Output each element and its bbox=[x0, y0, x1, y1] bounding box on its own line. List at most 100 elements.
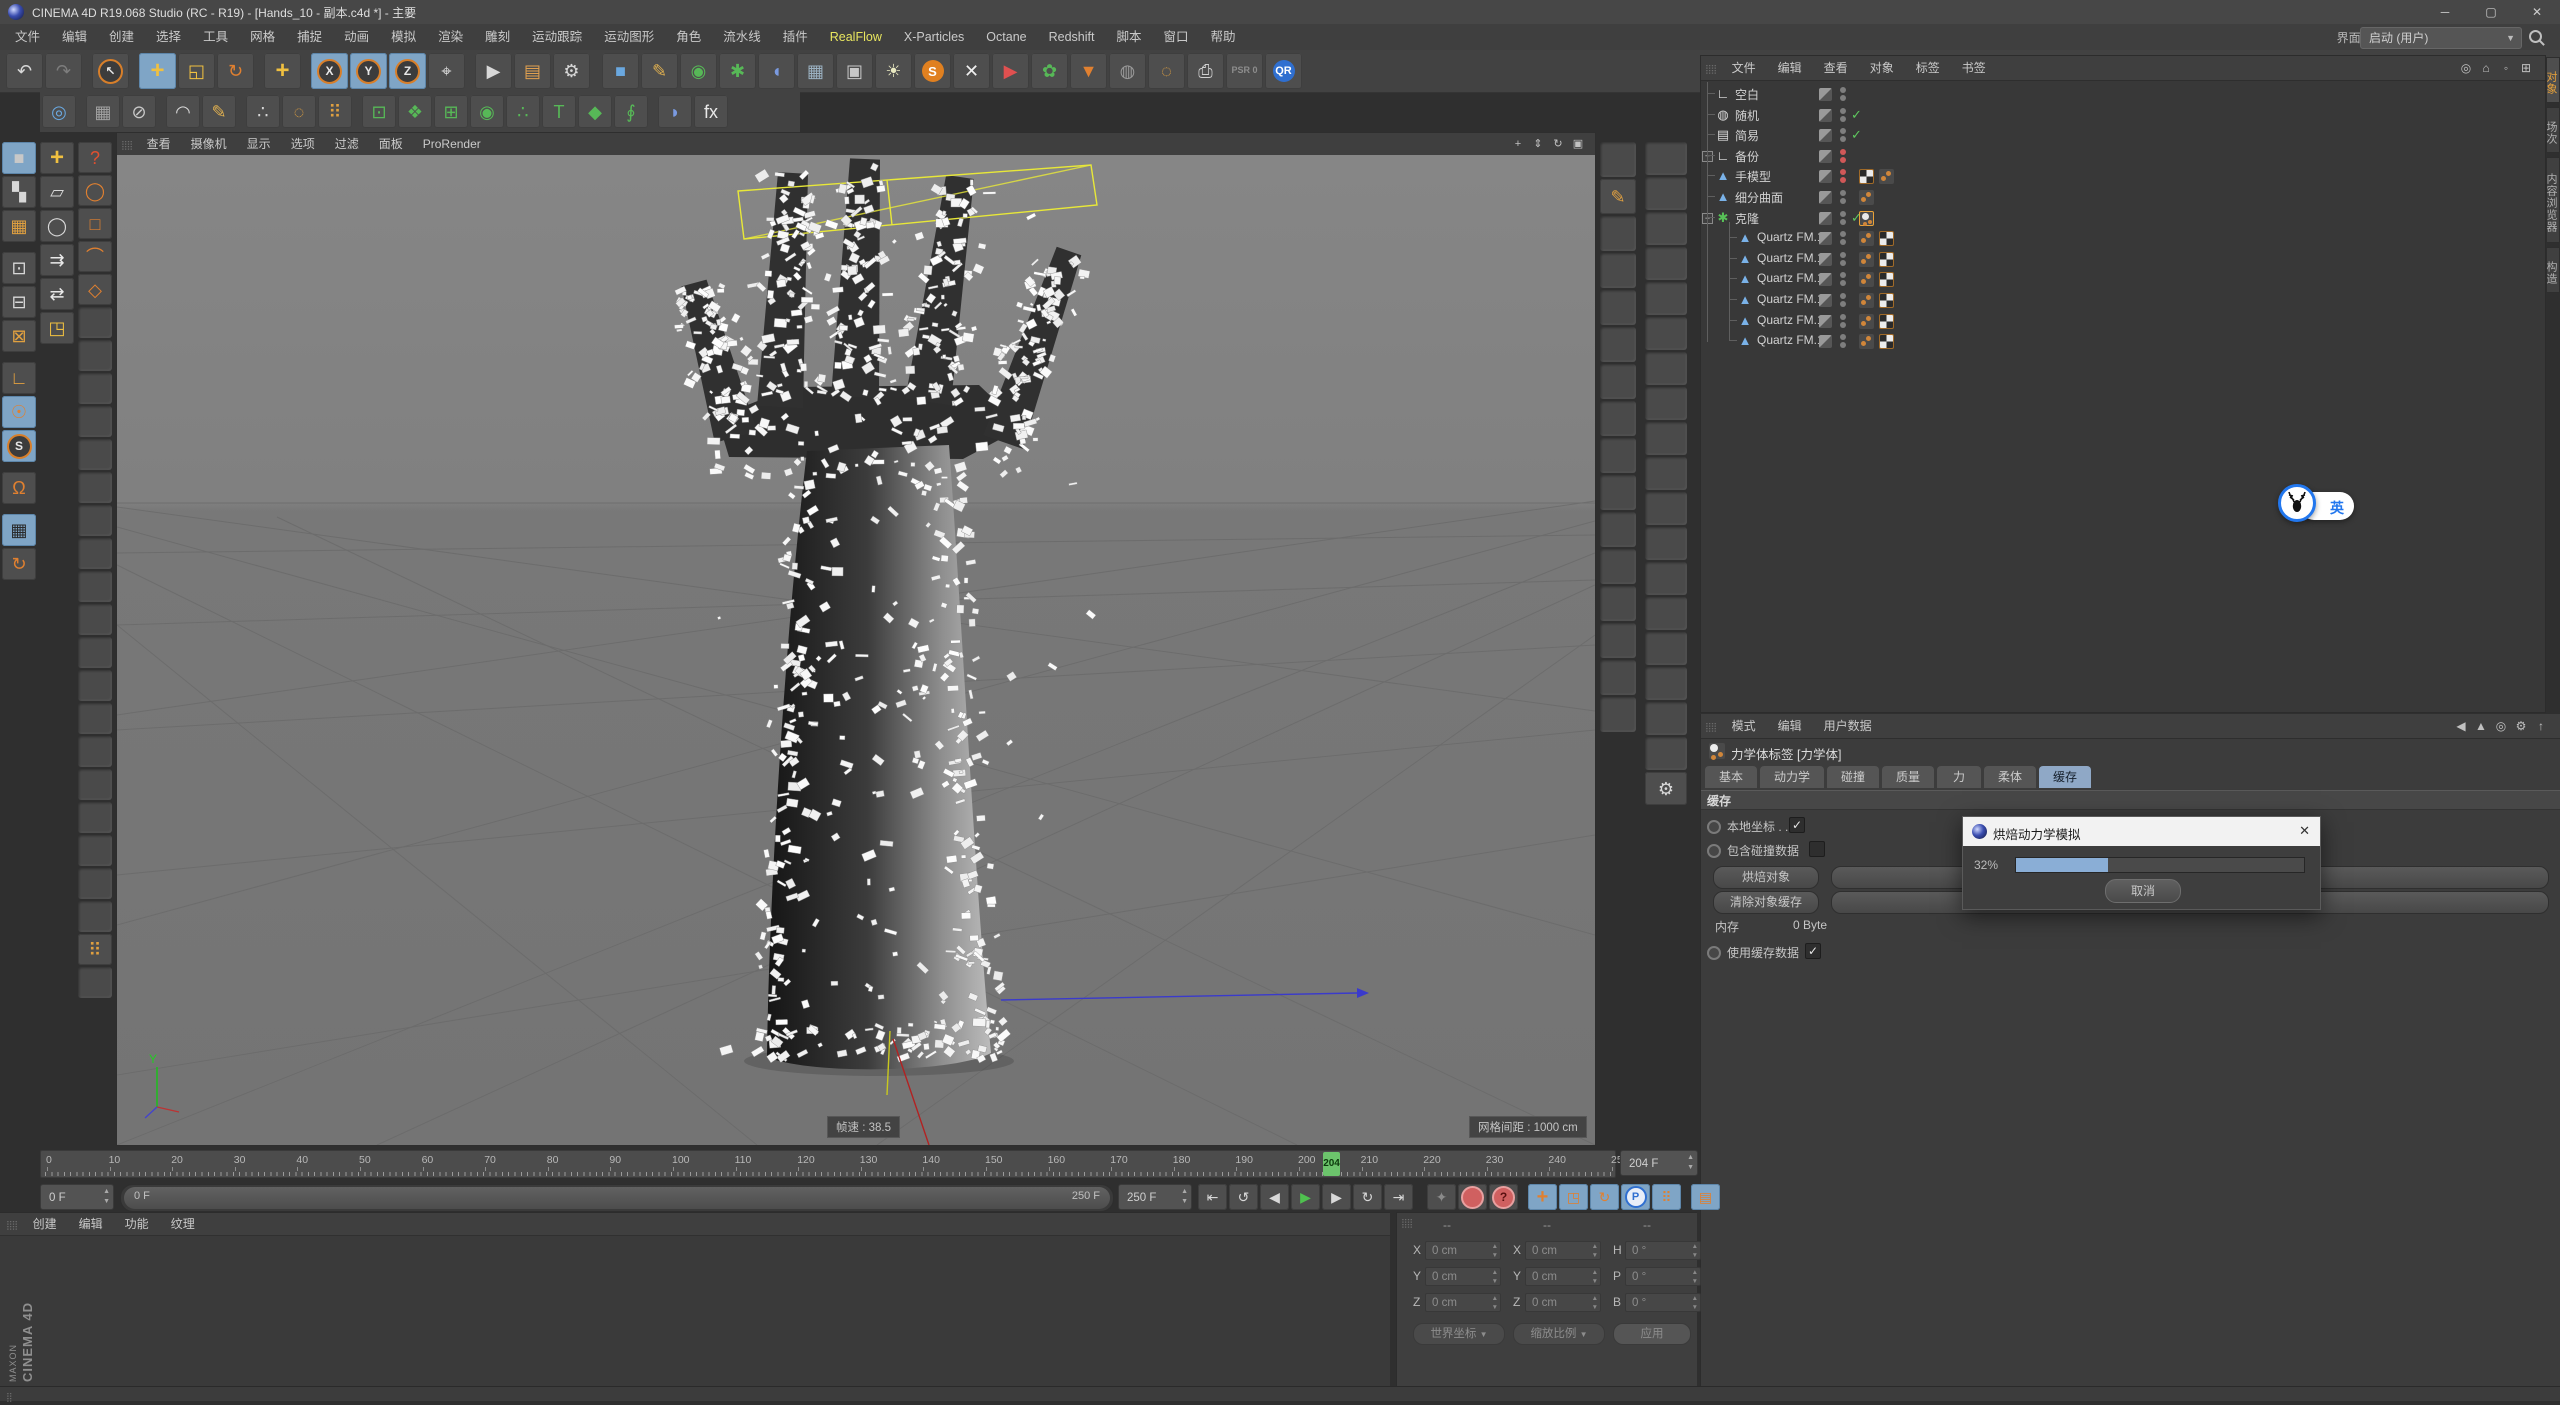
menu-item-查看[interactable]: 查看 bbox=[1813, 56, 1859, 80]
camera-icon[interactable]: ▣ bbox=[836, 53, 873, 89]
menu-item-摄像机[interactable]: 摄像机 bbox=[181, 133, 237, 155]
anim-ring[interactable] bbox=[1707, 946, 1721, 960]
maximize-button[interactable]: ▢ bbox=[2468, 0, 2514, 24]
range-end-spinner[interactable]: 250 F▲▼ bbox=[1118, 1184, 1192, 1210]
muted-mesh-icon[interactable] bbox=[1645, 177, 1687, 210]
render-settings-icon[interactable]: ⚙ bbox=[553, 53, 590, 89]
muted-mesh-icon[interactable] bbox=[1645, 457, 1687, 490]
render-visibility-dot[interactable] bbox=[1840, 260, 1846, 266]
mograph-cloner-icon[interactable]: ✱ bbox=[719, 53, 756, 89]
editor-visibility-dot[interactable] bbox=[1840, 314, 1846, 320]
menu-item-对象[interactable]: 对象 bbox=[1859, 56, 1905, 80]
om-search-icon[interactable]: ◎ bbox=[2457, 60, 2475, 76]
tab-缓存[interactable]: 缓存 bbox=[2039, 766, 2091, 788]
muted-mesh-icon[interactable] bbox=[1645, 737, 1687, 770]
record-key-button[interactable]: ✦ bbox=[1427, 1184, 1456, 1210]
scale-mode-dropdown[interactable]: 缩放比例 ▼ bbox=[1513, 1323, 1605, 1345]
object-name[interactable]: Quartz FM.1 bbox=[1757, 271, 1824, 285]
search-icon[interactable] bbox=[2529, 30, 2542, 43]
play-backwards-button[interactable]: ↺ bbox=[1229, 1184, 1258, 1210]
render-visibility-dot[interactable] bbox=[1840, 219, 1846, 225]
record-rotation-button[interactable]: ↻ bbox=[1590, 1184, 1619, 1210]
menu-item-创建[interactable]: 创建 bbox=[22, 1213, 68, 1235]
vp-toggle-icon[interactable]: ▣ bbox=[1569, 136, 1587, 152]
tab-柔体[interactable]: 柔体 bbox=[1984, 766, 2036, 788]
menu-item-Redshift[interactable]: Redshift bbox=[1038, 24, 1106, 50]
editor-visibility-dot[interactable] bbox=[1840, 87, 1846, 93]
muted-mesh-icon[interactable] bbox=[1645, 212, 1687, 245]
loop-button[interactable]: ↻ bbox=[1353, 1184, 1382, 1210]
coord-field-Y0[interactable]: 0 cm▲▼ bbox=[1425, 1267, 1501, 1286]
phong-tag[interactable] bbox=[1859, 231, 1874, 246]
bake-object-button[interactable]: 烘焙对象 bbox=[1713, 866, 1819, 889]
side-tab-场次[interactable]: 场次 bbox=[2546, 107, 2560, 153]
cancel-button[interactable]: 取消 bbox=[2105, 879, 2181, 903]
coord-field-X1[interactable]: 0 cm▲▼ bbox=[1525, 1241, 1601, 1260]
side-tab-内容浏览器[interactable]: 内容浏览器 bbox=[2546, 157, 2560, 243]
orange-dots-arrow-icon[interactable]: ⠿ bbox=[78, 934, 112, 965]
muted-mesh-icon[interactable] bbox=[1600, 290, 1636, 325]
render-visibility-dot[interactable] bbox=[1840, 198, 1846, 204]
side-tab-对象[interactable]: 对象 bbox=[2546, 57, 2560, 103]
last-tool-icon[interactable]: + bbox=[264, 53, 301, 89]
record-scale-button[interactable]: ◳ bbox=[1559, 1184, 1588, 1210]
timeline-editor-button[interactable]: ▤ bbox=[1691, 1184, 1720, 1210]
layer-chip[interactable] bbox=[1819, 212, 1832, 225]
play-button[interactable]: ▶ bbox=[1291, 1184, 1320, 1210]
muted-mesh-icon[interactable] bbox=[1600, 142, 1636, 177]
object-row-手模型[interactable]: ▲手模型 bbox=[1701, 166, 2545, 186]
layer-chip[interactable] bbox=[1819, 335, 1832, 348]
text-tool-icon[interactable]: T bbox=[542, 95, 576, 128]
object-name[interactable]: 手模型 bbox=[1735, 168, 1771, 185]
mesh-star-icon[interactable]: ❖ bbox=[398, 95, 432, 128]
yellow-square-icon[interactable]: ◳ bbox=[40, 312, 74, 344]
polygons-mode-icon[interactable]: ⊠ bbox=[2, 320, 36, 352]
layer-chip[interactable] bbox=[1819, 273, 1832, 286]
texture-tag[interactable] bbox=[1859, 169, 1874, 184]
points-mode-icon[interactable]: ⊡ bbox=[2, 252, 36, 284]
muted-mesh-icon[interactable] bbox=[1600, 660, 1636, 695]
muted-tool-icon[interactable] bbox=[78, 373, 112, 404]
goto-end-button[interactable]: ⇥ bbox=[1384, 1184, 1413, 1210]
lasso-select-icon[interactable]: ⌒ bbox=[78, 241, 112, 272]
move-cross-icon[interactable]: + bbox=[40, 142, 74, 174]
object-row-Quartz FM.1[interactable]: ▲Quartz FM.1 bbox=[1701, 331, 2545, 351]
muted-mesh-icon[interactable] bbox=[1645, 527, 1687, 560]
live-selection-icon[interactable]: ↖ bbox=[92, 53, 129, 89]
model-mode-icon[interactable]: ■ bbox=[2, 142, 36, 174]
dots-grid-icon[interactable]: ⠿ bbox=[318, 95, 352, 128]
menu-item-编辑[interactable]: 编辑 bbox=[1767, 714, 1813, 738]
menu-item-模式[interactable]: 模式 bbox=[1721, 714, 1767, 738]
texture-tag[interactable] bbox=[1879, 252, 1894, 267]
local-coords-checkbox[interactable]: ✓ bbox=[1789, 817, 1805, 833]
muted-tool-icon[interactable] bbox=[78, 472, 112, 503]
floor-icon[interactable]: ▦ bbox=[797, 53, 834, 89]
object-row-Quartz FM.1[interactable]: ▲Quartz FM.1 bbox=[1701, 228, 2545, 248]
menu-item-面板[interactable]: 面板 bbox=[369, 133, 413, 155]
menu-item-动画[interactable]: 动画 bbox=[333, 24, 380, 50]
om-home-icon[interactable]: ⌂ bbox=[2477, 60, 2495, 76]
phong-tag[interactable] bbox=[1859, 334, 1874, 349]
object-row-随机[interactable]: ◍随机✓ bbox=[1701, 105, 2545, 125]
viewport-canvas[interactable]: Y bbox=[117, 155, 1595, 1145]
object-name[interactable]: Quartz FM.1 bbox=[1757, 313, 1824, 327]
editor-visibility-dot[interactable] bbox=[1840, 211, 1846, 217]
object-row-Quartz FM.1[interactable]: ▲Quartz FM.1 bbox=[1701, 269, 2545, 289]
layer-chip[interactable] bbox=[1819, 294, 1832, 307]
viewport[interactable]: ⣿⣿ 查看摄像机显示选项过滤面板ProRender +⇕↻▣ 透视视图 Y 帧速… bbox=[116, 132, 1596, 1146]
apply-button[interactable]: 应用 bbox=[1613, 1323, 1691, 1345]
tab-力[interactable]: 力 bbox=[1937, 766, 1981, 788]
layer-chip[interactable] bbox=[1819, 129, 1832, 142]
muted-tool-icon[interactable] bbox=[78, 670, 112, 701]
editor-visibility-dot[interactable] bbox=[1840, 149, 1846, 155]
render-visibility-dot[interactable] bbox=[1840, 239, 1846, 245]
knife-pen-icon[interactable]: ✎ bbox=[1600, 179, 1636, 214]
am-up-icon[interactable]: ▲ bbox=[2472, 718, 2490, 734]
redo-icon[interactable]: ↷ bbox=[45, 53, 82, 89]
menu-item-雕刻[interactable]: 雕刻 bbox=[474, 24, 521, 50]
muted-mesh-icon[interactable] bbox=[1600, 364, 1636, 399]
coord-field-X0[interactable]: 0 cm▲▼ bbox=[1425, 1241, 1501, 1260]
muted-mesh-icon[interactable] bbox=[1600, 216, 1636, 251]
muted-mesh-icon[interactable] bbox=[1645, 142, 1687, 175]
object-name[interactable]: Quartz FM.1 bbox=[1757, 230, 1824, 244]
